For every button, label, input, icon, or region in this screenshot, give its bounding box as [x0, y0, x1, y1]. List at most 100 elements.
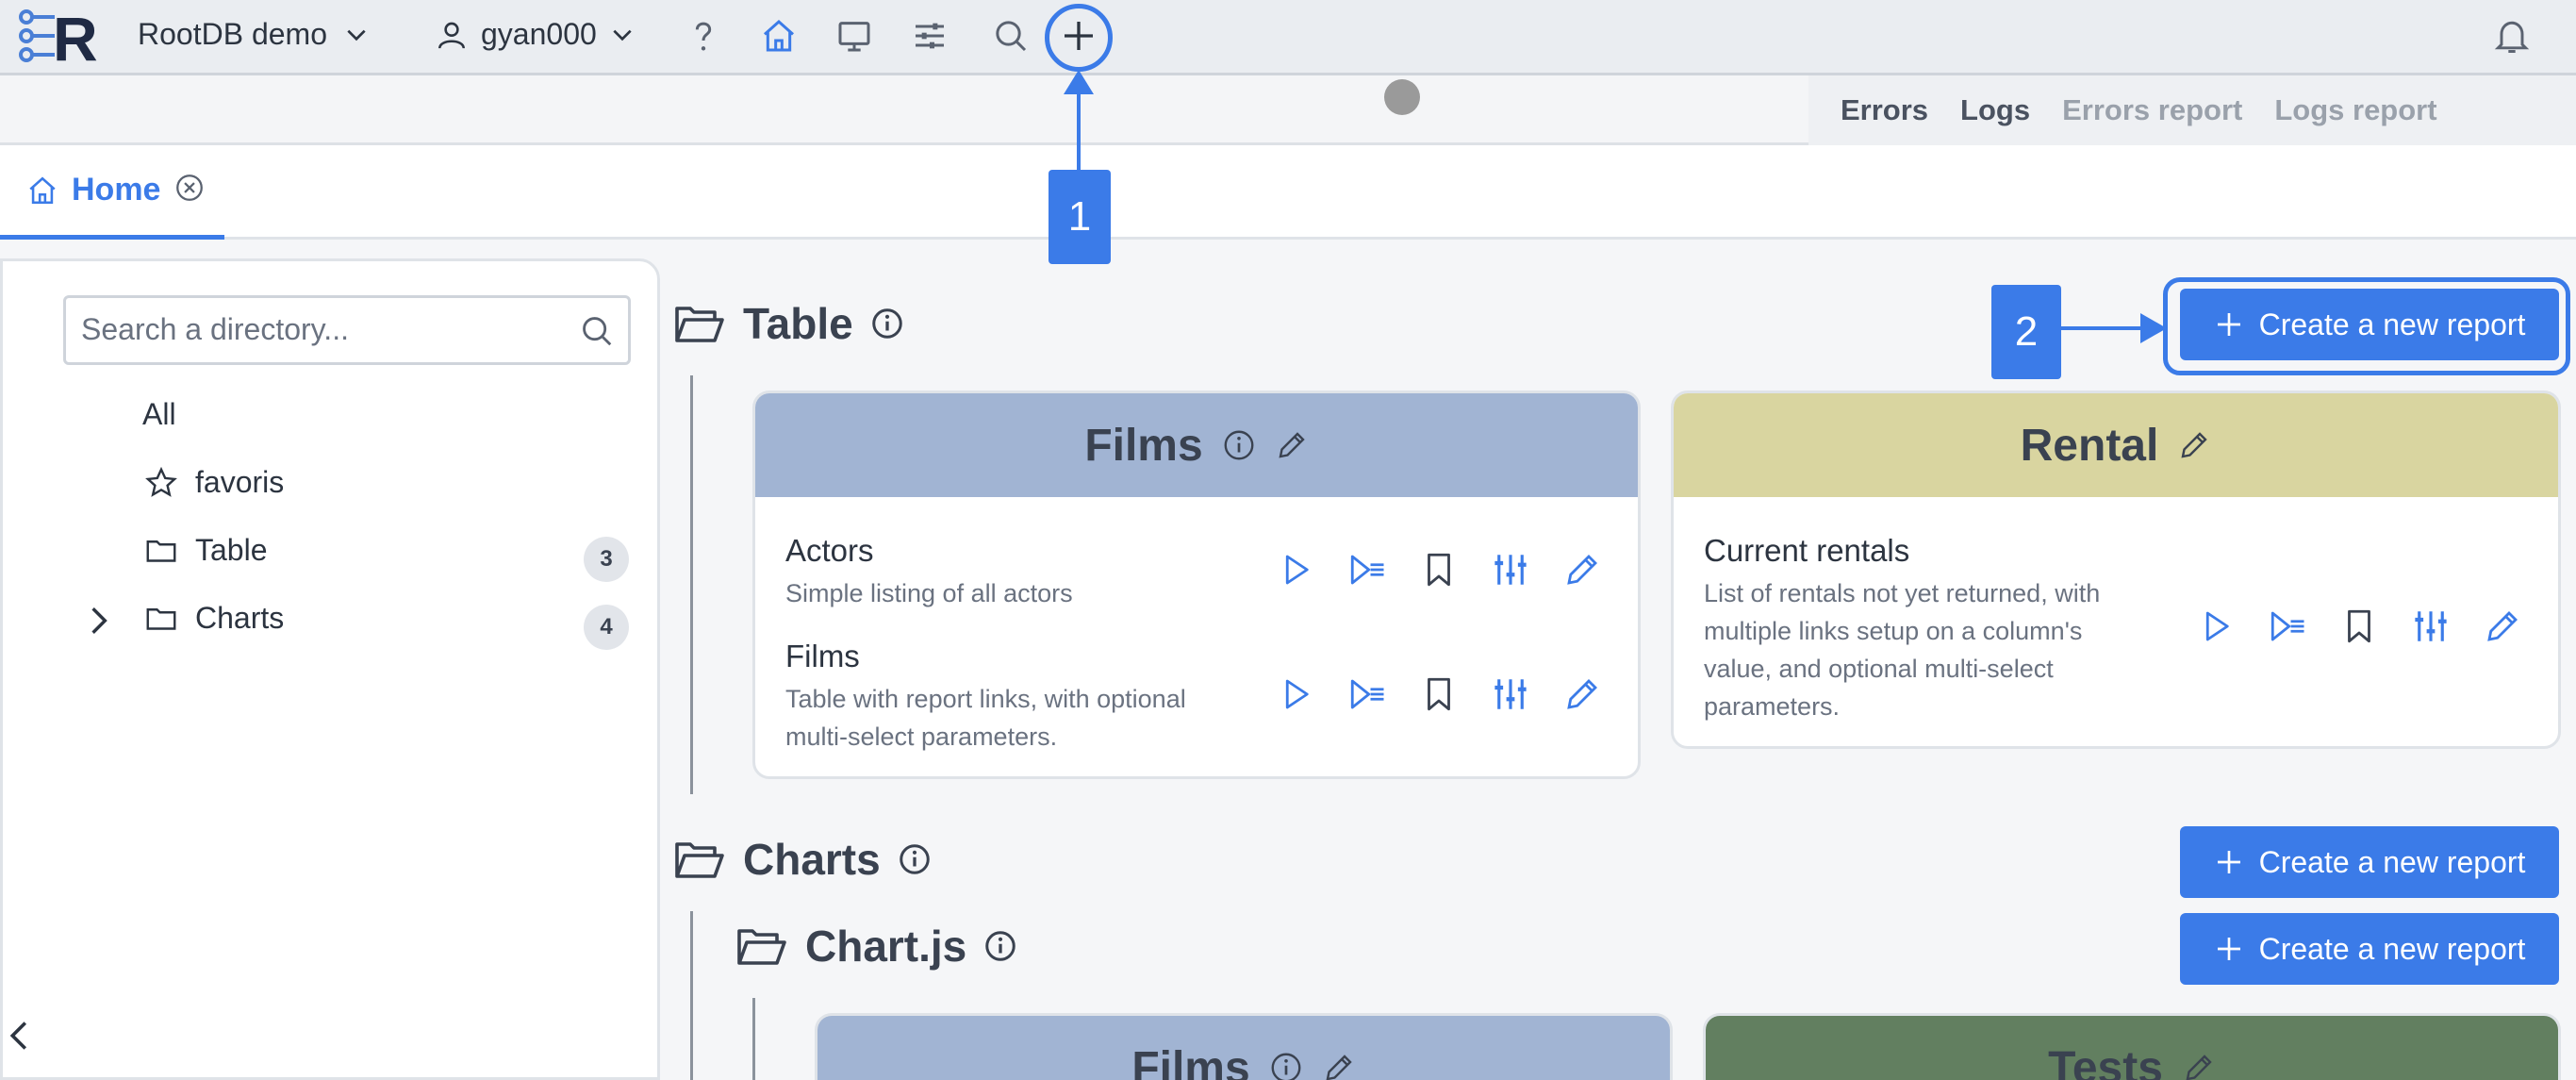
- svg-text:R: R: [53, 4, 98, 66]
- report-description: List of rentals not yet returned, with m…: [1704, 579, 2101, 721]
- section-header-table[interactable]: Table: [673, 298, 904, 349]
- report-card-films: Films Actors Simple listing of all actor…: [752, 390, 1641, 779]
- sidebar-item-all[interactable]: All: [142, 397, 176, 432]
- report-actions: [1276, 550, 1602, 590]
- monitor-icon[interactable]: [835, 17, 873, 55]
- report-item[interactable]: Films Table with report links, with opti…: [785, 639, 1229, 756]
- chevron-down-icon: [613, 29, 632, 41]
- tab-home-label: Home: [72, 172, 161, 208]
- search-icon[interactable]: [992, 17, 1030, 55]
- settings-sliders-icon[interactable]: [2411, 606, 2451, 646]
- chevron-right-icon[interactable]: [86, 605, 112, 637]
- log-tabs: Errors Logs Errors report Logs report: [1808, 75, 2576, 145]
- tab-errors[interactable]: Errors: [1841, 93, 1928, 127]
- plus-icon: [2217, 938, 2240, 960]
- app-name: RootDB demo: [138, 17, 327, 51]
- sliders-icon[interactable]: [911, 17, 949, 55]
- tab-logs-report[interactable]: Logs report: [2274, 93, 2436, 127]
- card-title: Tests: [2048, 1042, 2163, 1080]
- sidebar-item-label: All: [142, 397, 176, 431]
- tree-line: [690, 375, 693, 794]
- folder-open-icon: [675, 307, 724, 342]
- report-actions: [2196, 606, 2522, 646]
- plus-icon: [2217, 313, 2240, 336]
- create-report-button-charts[interactable]: Create a new report: [2180, 826, 2559, 898]
- run-with-params-icon[interactable]: [1347, 674, 1387, 714]
- edit-icon[interactable]: [2177, 428, 2211, 462]
- edit-icon[interactable]: [2483, 606, 2522, 646]
- user-icon: [438, 22, 466, 49]
- app-switcher[interactable]: RootDB demo: [138, 17, 369, 52]
- run-with-params-icon[interactable]: [2268, 606, 2307, 646]
- sidebar-item-table[interactable]: Table: [144, 533, 268, 568]
- bell-icon[interactable]: [2491, 15, 2533, 57]
- chevron-down-icon: [347, 29, 366, 41]
- run-icon[interactable]: [2196, 606, 2236, 646]
- bookmark-icon[interactable]: [1419, 674, 1459, 714]
- info-icon[interactable]: [983, 929, 1017, 963]
- tab-logs[interactable]: Logs: [1960, 93, 2030, 127]
- close-icon[interactable]: [173, 172, 206, 204]
- user-menu[interactable]: gyan000: [436, 17, 635, 52]
- info-icon[interactable]: [898, 842, 932, 876]
- collapse-sidebar-icon[interactable]: [6, 1019, 32, 1053]
- report-title: Actors: [785, 533, 874, 568]
- report-item[interactable]: Actors Simple listing of all actors: [785, 533, 1229, 612]
- tree-line: [752, 998, 755, 1080]
- folder-open-icon: [675, 842, 724, 878]
- report-card-films-charts: Films: [815, 1013, 1673, 1080]
- page-tab-bar: Home: [0, 145, 2576, 240]
- report-description: Table with report links, with optional m…: [785, 685, 1186, 751]
- run-icon[interactable]: [1276, 550, 1315, 590]
- card-title: Films: [1131, 1042, 1250, 1080]
- run-with-params-icon[interactable]: [1347, 550, 1387, 590]
- report-item[interactable]: Current rentals List of rentals not yet …: [1704, 533, 2156, 725]
- tab-home[interactable]: Home: [0, 145, 224, 240]
- section-title: Chart.js: [805, 922, 967, 971]
- plus-icon: [2217, 851, 2240, 873]
- sidebar-item-label: Charts: [195, 601, 285, 635]
- sidebar-item-charts[interactable]: Charts: [144, 601, 284, 636]
- report-card-rental: Rental Current rentals List of rentals n…: [1671, 390, 2561, 749]
- settings-sliders-icon[interactable]: [1491, 674, 1530, 714]
- star-icon: [145, 466, 177, 497]
- directory-sidebar: All favoris Table 3 Charts 4: [0, 258, 660, 1080]
- directory-search: [63, 295, 631, 365]
- create-report-button-chartjs[interactable]: Create a new report: [2180, 913, 2559, 985]
- home-icon[interactable]: [760, 17, 798, 55]
- edit-icon[interactable]: [1562, 674, 1602, 714]
- bookmark-icon[interactable]: [2339, 606, 2379, 646]
- edit-icon[interactable]: [1275, 428, 1309, 462]
- edit-icon[interactable]: [2182, 1051, 2216, 1080]
- create-report-button-table[interactable]: Create a new report: [2180, 289, 2559, 360]
- annotation-arrow: [1077, 81, 1081, 172]
- home-icon: [29, 176, 56, 204]
- rootdb-logo-icon[interactable]: R: [17, 4, 111, 66]
- folder-open-icon: [737, 929, 786, 965]
- sidebar-item-label: favoris: [195, 465, 285, 499]
- card-header: Tests: [1706, 1016, 2558, 1080]
- edit-icon[interactable]: [1322, 1051, 1356, 1080]
- section-title: Charts: [743, 835, 881, 884]
- section-title: Table: [743, 299, 853, 348]
- info-icon[interactable]: [1269, 1051, 1303, 1080]
- section-header-charts[interactable]: Charts: [673, 834, 932, 885]
- search-icon[interactable]: [579, 313, 615, 349]
- settings-sliders-icon[interactable]: [1491, 550, 1530, 590]
- edit-icon[interactable]: [1562, 550, 1602, 590]
- bookmark-icon[interactable]: [1419, 550, 1459, 590]
- tab-errors-report[interactable]: Errors report: [2062, 93, 2242, 127]
- info-icon[interactable]: [870, 307, 904, 341]
- sub-navbar: Errors Logs Errors report Logs report: [0, 75, 2576, 145]
- search-input[interactable]: [81, 298, 571, 360]
- annotation-callout-1: 1: [1049, 170, 1111, 264]
- sidebar-item-favoris[interactable]: favoris: [144, 465, 284, 500]
- folder-icon: [146, 607, 176, 630]
- tree-line: [690, 911, 693, 1080]
- info-icon[interactable]: [1222, 428, 1256, 462]
- arrow-up-icon: [1064, 70, 1094, 94]
- help-icon[interactable]: [685, 17, 722, 55]
- run-icon[interactable]: [1276, 674, 1315, 714]
- card-title: Rental: [2020, 420, 2159, 471]
- section-header-chartjs[interactable]: Chart.js: [735, 921, 1017, 972]
